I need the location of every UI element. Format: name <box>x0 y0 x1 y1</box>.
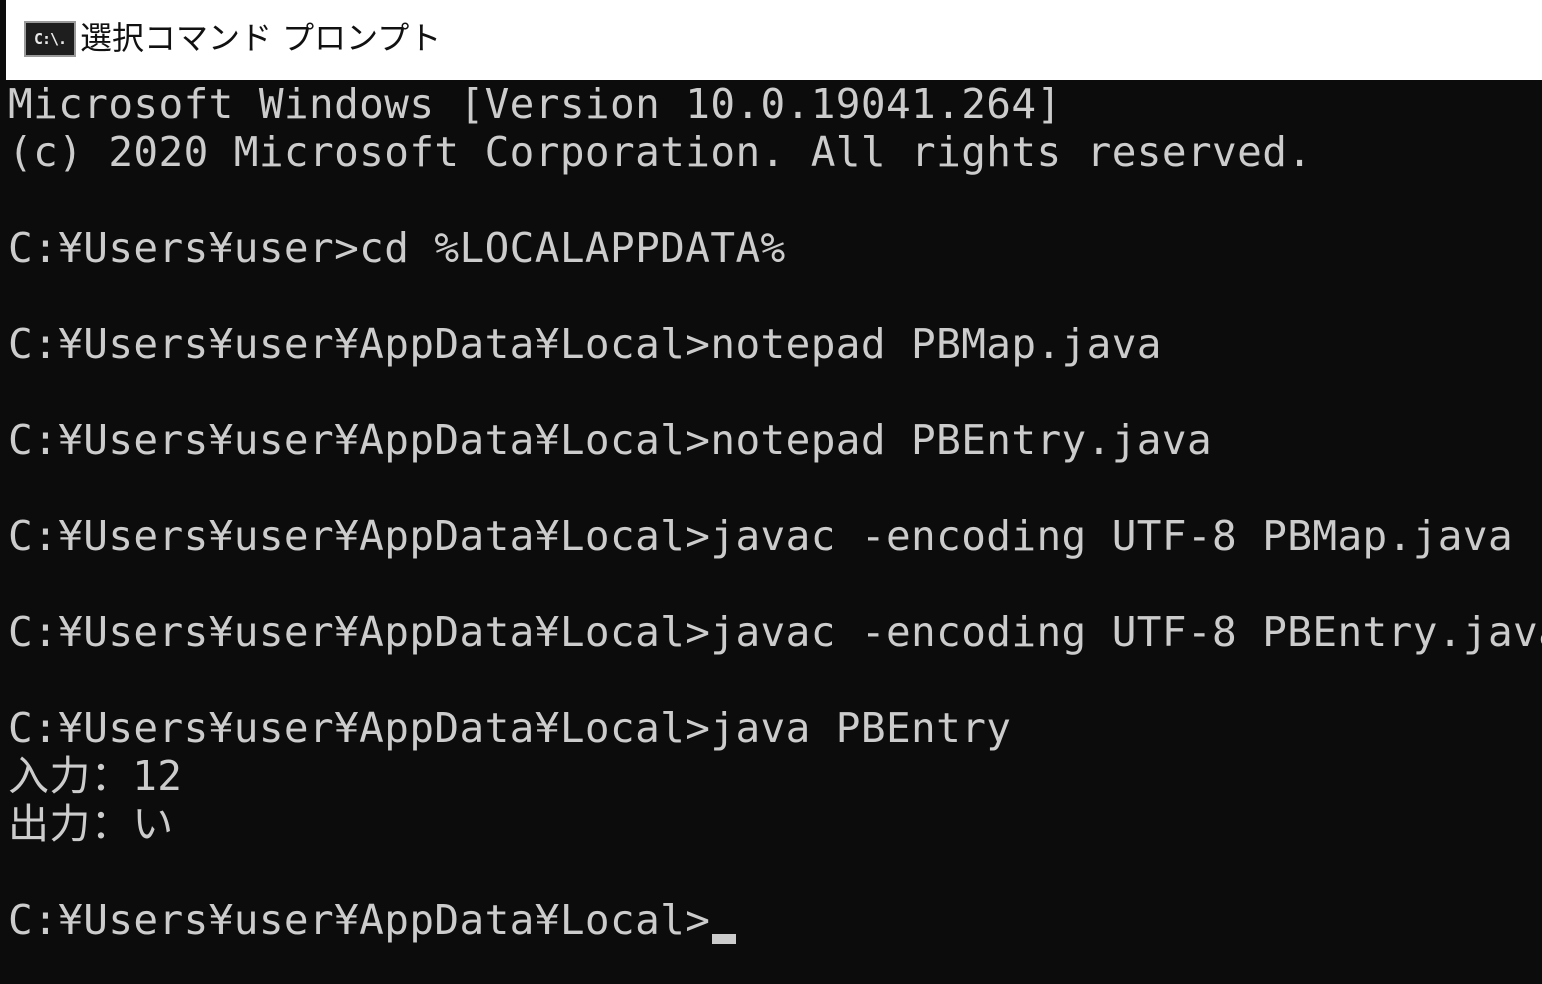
console-output[interactable]: Microsoft Windows [Version 10.0.19041.26… <box>8 80 1542 984</box>
window-title: 選択コマンド プロンプト <box>80 19 442 57</box>
console-prompt: C:¥Users¥user¥AppData¥Local> <box>8 896 711 944</box>
text-cursor <box>712 934 737 944</box>
console-line: C:¥Users¥user¥AppData¥Local>java PBEntry <box>8 704 1012 752</box>
console-line: C:¥Users¥user¥AppData¥Local>javac -encod… <box>8 608 1542 656</box>
console-line: C:¥Users¥user¥AppData¥Local>notepad PBEn… <box>8 416 1213 464</box>
title-bar[interactable]: C:\. 選択コマンド プロンプト <box>6 0 1542 80</box>
console-line: C:¥Users¥user¥AppData¥Local>notepad PBMa… <box>8 320 1162 368</box>
cmd-icon-label: C:\. <box>33 30 67 48</box>
window-left-edge <box>0 0 6 984</box>
console-line: C:¥Users¥user¥AppData¥Local>javac -encod… <box>8 512 1514 560</box>
console-line: Microsoft Windows [Version 10.0.19041.26… <box>8 80 1062 128</box>
cmd-icon[interactable]: C:\. <box>24 21 76 57</box>
console-line: (c) 2020 Microsoft Corporation. All righ… <box>8 128 1313 176</box>
console-prompt-line[interactable]: C:¥Users¥user¥AppData¥Local> <box>8 896 737 944</box>
console-line: 入力：12 <box>8 752 183 800</box>
console-line: C:¥Users¥user>cd %LOCALAPPDATA% <box>8 224 786 272</box>
console-line: 出力：い <box>8 800 174 848</box>
